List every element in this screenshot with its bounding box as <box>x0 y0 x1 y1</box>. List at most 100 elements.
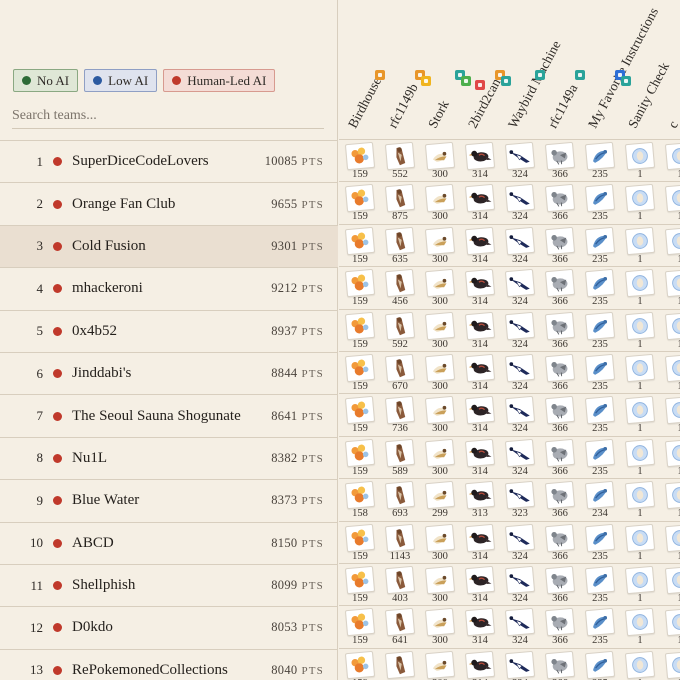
solve-cell[interactable]: 366 <box>541 267 581 309</box>
team-row[interactable]: 5 0x4b52 8937 PTS <box>0 311 338 353</box>
solve-cell[interactable]: 736 <box>381 394 421 436</box>
solve-cell[interactable]: 324 <box>501 182 541 224</box>
team-row[interactable]: 9 Blue Water 8373 PTS <box>0 480 338 523</box>
solve-cell[interactable]: 235 <box>581 140 621 182</box>
solve-cell[interactable]: 159 <box>341 522 381 564</box>
solve-cell[interactable]: 1 <box>621 352 661 394</box>
solve-cell[interactable]: 1 <box>621 310 661 352</box>
solve-cell[interactable]: 300 <box>421 182 461 224</box>
challenge-header-stork[interactable]: Stork <box>425 98 453 131</box>
solve-cell[interactable]: 235 <box>581 225 621 267</box>
solve-cell[interactable]: 1 <box>621 140 661 182</box>
solve-cell[interactable]: 235 <box>581 267 621 309</box>
team-row[interactable]: 4 mhackeroni 9212 PTS <box>0 268 338 311</box>
solve-cell[interactable]: 1 <box>621 564 661 606</box>
solve-cell[interactable]: 300 <box>421 140 461 182</box>
solve-cell[interactable]: 324 <box>501 437 541 479</box>
solve-cell[interactable]: 1 <box>661 352 680 394</box>
solve-cell[interactable]: 552 <box>381 140 421 182</box>
challenge-header-my-favorite-instructions[interactable]: My Favorite Instructions <box>585 5 662 131</box>
team-search-input[interactable] <box>12 103 324 129</box>
solve-cell[interactable]: 1 <box>661 437 680 479</box>
solve-cell[interactable]: 324 <box>501 140 541 182</box>
solve-cell[interactable]: 300 <box>421 310 461 352</box>
solve-cell[interactable]: 314 <box>461 140 501 182</box>
solve-cell[interactable]: 366 <box>541 225 581 267</box>
solve-cell[interactable]: 1 <box>621 182 661 224</box>
team-name[interactable]: SuperDiceCodeLovers <box>72 153 209 170</box>
team-name[interactable]: Blue Water <box>72 492 139 509</box>
solve-cell[interactable]: 299 <box>421 479 461 521</box>
solve-cell[interactable]: 1 <box>621 649 661 680</box>
solve-cell[interactable]: 300 <box>421 267 461 309</box>
solve-cell[interactable]: 314 <box>461 182 501 224</box>
solve-cell[interactable]: 159 <box>341 140 381 182</box>
solve-cell[interactable]: 158 <box>341 479 381 521</box>
solve-cell[interactable]: 235 <box>581 352 621 394</box>
solve-cell[interactable]: 300 <box>421 606 461 648</box>
team-name[interactable]: Cold Fusion <box>72 238 146 255</box>
solve-cell[interactable]: 300 <box>421 522 461 564</box>
solve-cell[interactable]: 592 <box>381 310 421 352</box>
solve-cell[interactable]: 1 <box>621 606 661 648</box>
solve-cell[interactable]: 366 <box>541 522 581 564</box>
solve-cell[interactable]: 300 <box>421 394 461 436</box>
solve-cell[interactable]: 589 <box>381 437 421 479</box>
solve-cell[interactable]: 314 <box>461 564 501 606</box>
solve-cell[interactable]: 1 <box>621 522 661 564</box>
solve-cell[interactable]: 1143 <box>381 522 421 564</box>
solve-cell[interactable]: 159 <box>341 394 381 436</box>
solve-cell[interactable]: 314 <box>461 225 501 267</box>
solve-cell[interactable]: 1 <box>621 225 661 267</box>
solve-cell[interactable]: 1 <box>621 479 661 521</box>
solve-cell[interactable]: 366 <box>541 649 581 680</box>
solve-cell[interactable]: 670 <box>381 352 421 394</box>
solve-cell[interactable]: 314 <box>461 352 501 394</box>
solve-cell[interactable]: 1 <box>661 479 680 521</box>
solve-cell[interactable]: 1 <box>621 267 661 309</box>
team-row[interactable]: 11 Shellphish 8099 PTS <box>0 565 338 608</box>
solve-cell[interactable]: 1 <box>661 182 680 224</box>
solve-cell[interactable]: 314 <box>461 437 501 479</box>
filter-chip-human-led-ai[interactable]: Human-Led AI <box>163 69 276 92</box>
solve-cell[interactable]: 159 <box>341 310 381 352</box>
solve-cell[interactable]: 366 <box>541 437 581 479</box>
team-name[interactable]: Orange Fan Club <box>72 196 175 213</box>
team-row[interactable]: 10 ABCD 8150 PTS <box>0 523 338 565</box>
solve-cell[interactable]: 324 <box>501 394 541 436</box>
challenge-header-c[interactable]: c <box>665 118 680 131</box>
solve-cell[interactable] <box>381 649 421 680</box>
team-name[interactable]: 0x4b52 <box>72 323 117 340</box>
filter-chip-no-ai[interactable]: No AI <box>13 69 79 92</box>
solve-cell[interactable]: 235 <box>581 522 621 564</box>
solve-cell[interactable]: 635 <box>381 225 421 267</box>
solve-cell[interactable]: 159 <box>341 267 381 309</box>
solve-cell[interactable]: 875 <box>381 182 421 224</box>
solve-cell[interactable]: 159 <box>341 182 381 224</box>
team-name[interactable]: The Seoul Sauna Shogunate <box>72 408 241 425</box>
solve-cell[interactable]: 300 <box>421 352 461 394</box>
solve-cell[interactable]: 1 <box>661 225 680 267</box>
challenge-header-birdhouse[interactable]: Birdhouse <box>345 74 385 131</box>
solve-cell[interactable]: 235 <box>581 649 621 680</box>
solve-cell[interactable]: 1 <box>661 310 680 352</box>
filter-chip-low-ai[interactable]: Low AI <box>84 69 158 92</box>
team-name[interactable]: mhackeroni <box>72 280 143 297</box>
team-name[interactable]: Jinddabi's <box>72 365 131 382</box>
solve-cell[interactable]: 366 <box>541 606 581 648</box>
solve-cell[interactable]: 366 <box>541 394 581 436</box>
team-row[interactable]: 2 Orange Fan Club 9655 PTS <box>0 183 338 226</box>
solve-cell[interactable]: 324 <box>501 310 541 352</box>
team-name[interactable]: Shellphish <box>72 577 135 594</box>
team-row[interactable]: 3 Cold Fusion 9301 PTS <box>0 225 338 269</box>
solve-cell[interactable]: 300 <box>421 437 461 479</box>
solve-cell[interactable]: 1 <box>621 394 661 436</box>
solve-cell[interactable]: 693 <box>381 479 421 521</box>
solve-cell[interactable]: 314 <box>461 267 501 309</box>
team-name[interactable]: Nu1L <box>72 450 107 467</box>
team-name[interactable]: D0kdo <box>72 619 113 636</box>
solve-cell[interactable]: 641 <box>381 606 421 648</box>
team-row[interactable]: 7 The Seoul Sauna Shogunate 8641 PTS <box>0 395 338 438</box>
solve-cell[interactable]: 300 <box>421 225 461 267</box>
solve-cell[interactable]: 235 <box>581 564 621 606</box>
